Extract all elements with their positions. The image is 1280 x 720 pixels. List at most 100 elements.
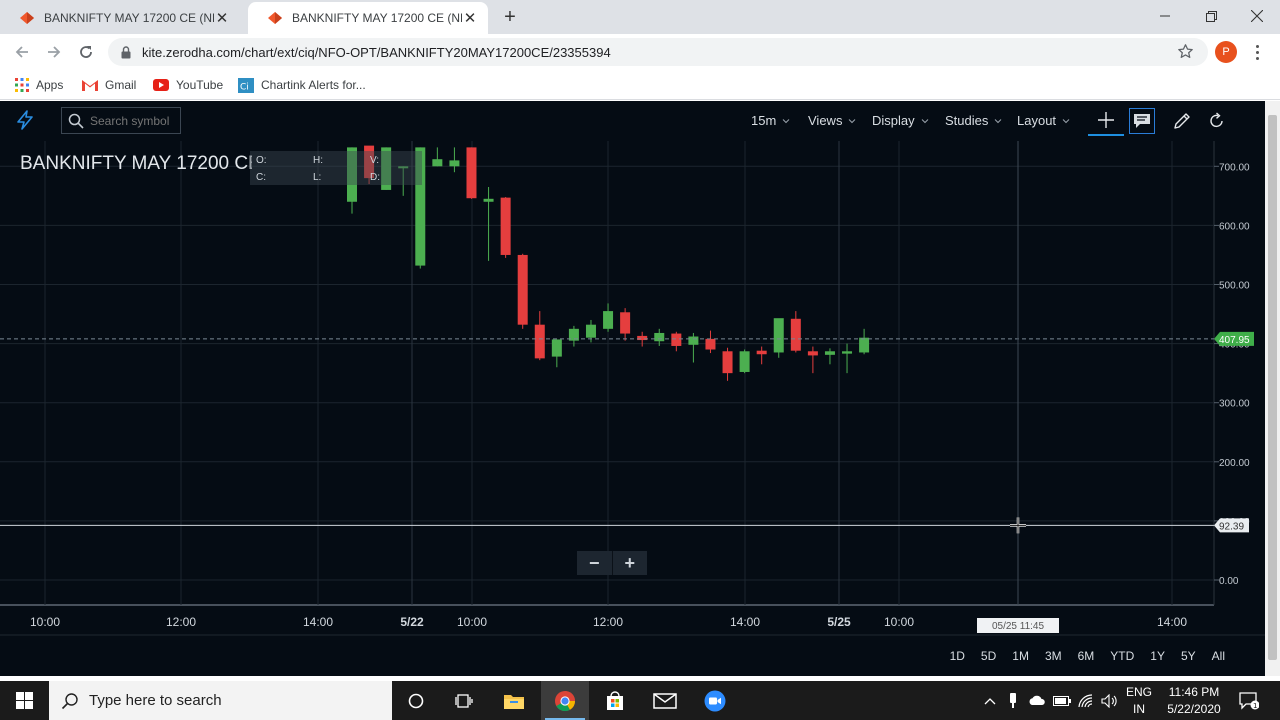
search-icon bbox=[68, 113, 84, 129]
views-menu[interactable]: Views bbox=[808, 113, 856, 128]
reset-chart-button[interactable] bbox=[1204, 108, 1230, 134]
bookmark-label: Chartink Alerts for... bbox=[261, 78, 366, 92]
range-selector: 1D 5D 1M 3M 6M YTD 1Y 5Y All bbox=[934, 649, 1225, 663]
chevron-down-icon bbox=[782, 118, 790, 123]
candle-body bbox=[722, 351, 733, 374]
page-scrollbar[interactable] bbox=[1265, 101, 1280, 676]
range-1m-button[interactable]: 1M bbox=[1012, 649, 1029, 663]
new-tab-button[interactable]: + bbox=[498, 5, 522, 29]
candle-body bbox=[483, 198, 494, 202]
interval-menu[interactable]: 15m bbox=[751, 113, 790, 128]
mail-button[interactable] bbox=[641, 681, 689, 720]
profile-avatar[interactable]: P bbox=[1215, 41, 1237, 63]
candle bbox=[551, 339, 562, 368]
range-1y-button[interactable]: 1Y bbox=[1150, 649, 1165, 663]
zoom-video-icon bbox=[704, 690, 726, 711]
x-tick-label: 5/25 bbox=[827, 615, 851, 629]
browser-tab-2[interactable]: BANKNIFTY MAY 17200 CE (NFO ✕ bbox=[248, 2, 488, 34]
layout-menu[interactable]: Layout bbox=[1017, 113, 1070, 128]
reload-button[interactable] bbox=[73, 39, 99, 65]
search-input[interactable] bbox=[90, 113, 176, 128]
chart-toolbar: 15m Views Display Studies Layout bbox=[0, 101, 1265, 141]
x-tick-label: 14:00 bbox=[730, 615, 760, 629]
minimize-button[interactable] bbox=[1142, 0, 1188, 32]
range-6m-button[interactable]: 6M bbox=[1078, 649, 1095, 663]
candle-body bbox=[739, 351, 750, 372]
x-tick-label: 5/22 bbox=[400, 615, 424, 629]
zoom-in-button[interactable]: + bbox=[613, 551, 648, 575]
ohlc-high-label: H: bbox=[313, 155, 323, 166]
bookmark-youtube[interactable]: YouTube bbox=[153, 76, 223, 94]
range-3m-button[interactable]: 3M bbox=[1045, 649, 1062, 663]
range-5d-button[interactable]: 5D bbox=[981, 649, 996, 663]
bookmark-apps[interactable]: Apps bbox=[15, 76, 63, 94]
symbol-search-box[interactable] bbox=[61, 107, 181, 134]
lang-primary: ENG bbox=[1125, 684, 1152, 699]
close-window-button[interactable] bbox=[1234, 0, 1280, 32]
candle bbox=[483, 186, 494, 261]
volume-button[interactable] bbox=[1099, 681, 1121, 720]
lightning-icon[interactable] bbox=[14, 109, 36, 131]
crosshair-icon bbox=[1098, 112, 1114, 128]
candle bbox=[842, 343, 853, 374]
forward-button[interactable] bbox=[41, 39, 67, 65]
chrome-taskbar-button[interactable] bbox=[541, 681, 589, 720]
reload-icon bbox=[80, 46, 92, 58]
youtube-icon bbox=[153, 79, 169, 91]
battery-icon bbox=[1053, 695, 1071, 706]
bookmark-label: Gmail bbox=[105, 78, 137, 92]
annotation-tool-button[interactable] bbox=[1129, 108, 1155, 134]
lang-secondary: IN bbox=[1133, 701, 1145, 716]
browser-tab-1[interactable]: BANKNIFTY MAY 17200 CE (NFO ✕ bbox=[0, 2, 240, 34]
task-view-button[interactable] bbox=[440, 681, 488, 720]
candle bbox=[824, 348, 835, 365]
store-button[interactable] bbox=[591, 681, 639, 720]
restore-button[interactable] bbox=[1188, 0, 1234, 32]
onedrive-button[interactable] bbox=[1026, 681, 1048, 720]
range-all-button[interactable]: All bbox=[1212, 649, 1225, 663]
wifi-button[interactable] bbox=[1075, 681, 1097, 720]
price-chart[interactable]: 700.00600.00500.00400.00300.00200.00100.… bbox=[0, 141, 1265, 676]
battery-button[interactable] bbox=[1051, 681, 1073, 720]
action-center-button[interactable]: 1 bbox=[1234, 681, 1264, 720]
taskbar-search-box[interactable]: Type here to search bbox=[49, 681, 392, 720]
candle-body bbox=[756, 350, 767, 355]
candle bbox=[739, 349, 750, 374]
close-tab-icon[interactable]: ✕ bbox=[214, 9, 230, 27]
zoom-out-button[interactable]: − bbox=[577, 551, 613, 575]
draw-tool-button[interactable] bbox=[1169, 108, 1195, 134]
show-hidden-icons-button[interactable] bbox=[980, 681, 1000, 720]
display-menu[interactable]: Display bbox=[872, 113, 929, 128]
start-button[interactable] bbox=[0, 681, 48, 720]
bookmark-star-icon[interactable] bbox=[1177, 43, 1194, 60]
url-field[interactable]: kite.zerodha.com/chart/ext/ciq/NFO-OPT/B… bbox=[108, 38, 1208, 66]
tray-usb-button[interactable] bbox=[1003, 681, 1023, 720]
range-1d-button[interactable]: 1D bbox=[950, 649, 965, 663]
range-ytd-button[interactable]: YTD bbox=[1110, 649, 1134, 663]
bookmark-chartink[interactable]: Ci Chartink Alerts for... bbox=[238, 76, 366, 94]
close-tab-icon[interactable]: ✕ bbox=[462, 9, 478, 27]
chartink-icon: Ci bbox=[238, 77, 254, 93]
range-5y-button[interactable]: 5Y bbox=[1181, 649, 1196, 663]
y-tick-label: 0.00 bbox=[1219, 576, 1239, 587]
ohlc-volume-label: V: bbox=[370, 155, 380, 166]
x-tick-label: 12:00 bbox=[166, 615, 196, 629]
x-tick-label: 10:00 bbox=[457, 615, 487, 629]
crosshair-tool-button[interactable] bbox=[1088, 106, 1124, 136]
scrollbar-thumb[interactable] bbox=[1268, 115, 1277, 660]
studies-menu[interactable]: Studies bbox=[945, 113, 1002, 128]
zoom-app-button[interactable] bbox=[691, 681, 739, 720]
file-explorer-button[interactable] bbox=[490, 681, 538, 720]
candle-body bbox=[705, 338, 716, 350]
language-indicator[interactable]: ENG IN bbox=[1124, 681, 1154, 720]
candle bbox=[790, 311, 801, 353]
task-view-icon bbox=[455, 693, 473, 708]
minimize-icon bbox=[1160, 15, 1170, 17]
views-label: Views bbox=[808, 113, 843, 128]
clock[interactable]: 11:46 PM 5/22/2020 bbox=[1160, 681, 1228, 720]
cortana-button[interactable] bbox=[392, 681, 440, 720]
browser-menu-button[interactable] bbox=[1252, 41, 1262, 63]
candle-body bbox=[773, 318, 784, 353]
back-button[interactable] bbox=[9, 39, 35, 65]
bookmark-gmail[interactable]: Gmail bbox=[82, 76, 136, 94]
